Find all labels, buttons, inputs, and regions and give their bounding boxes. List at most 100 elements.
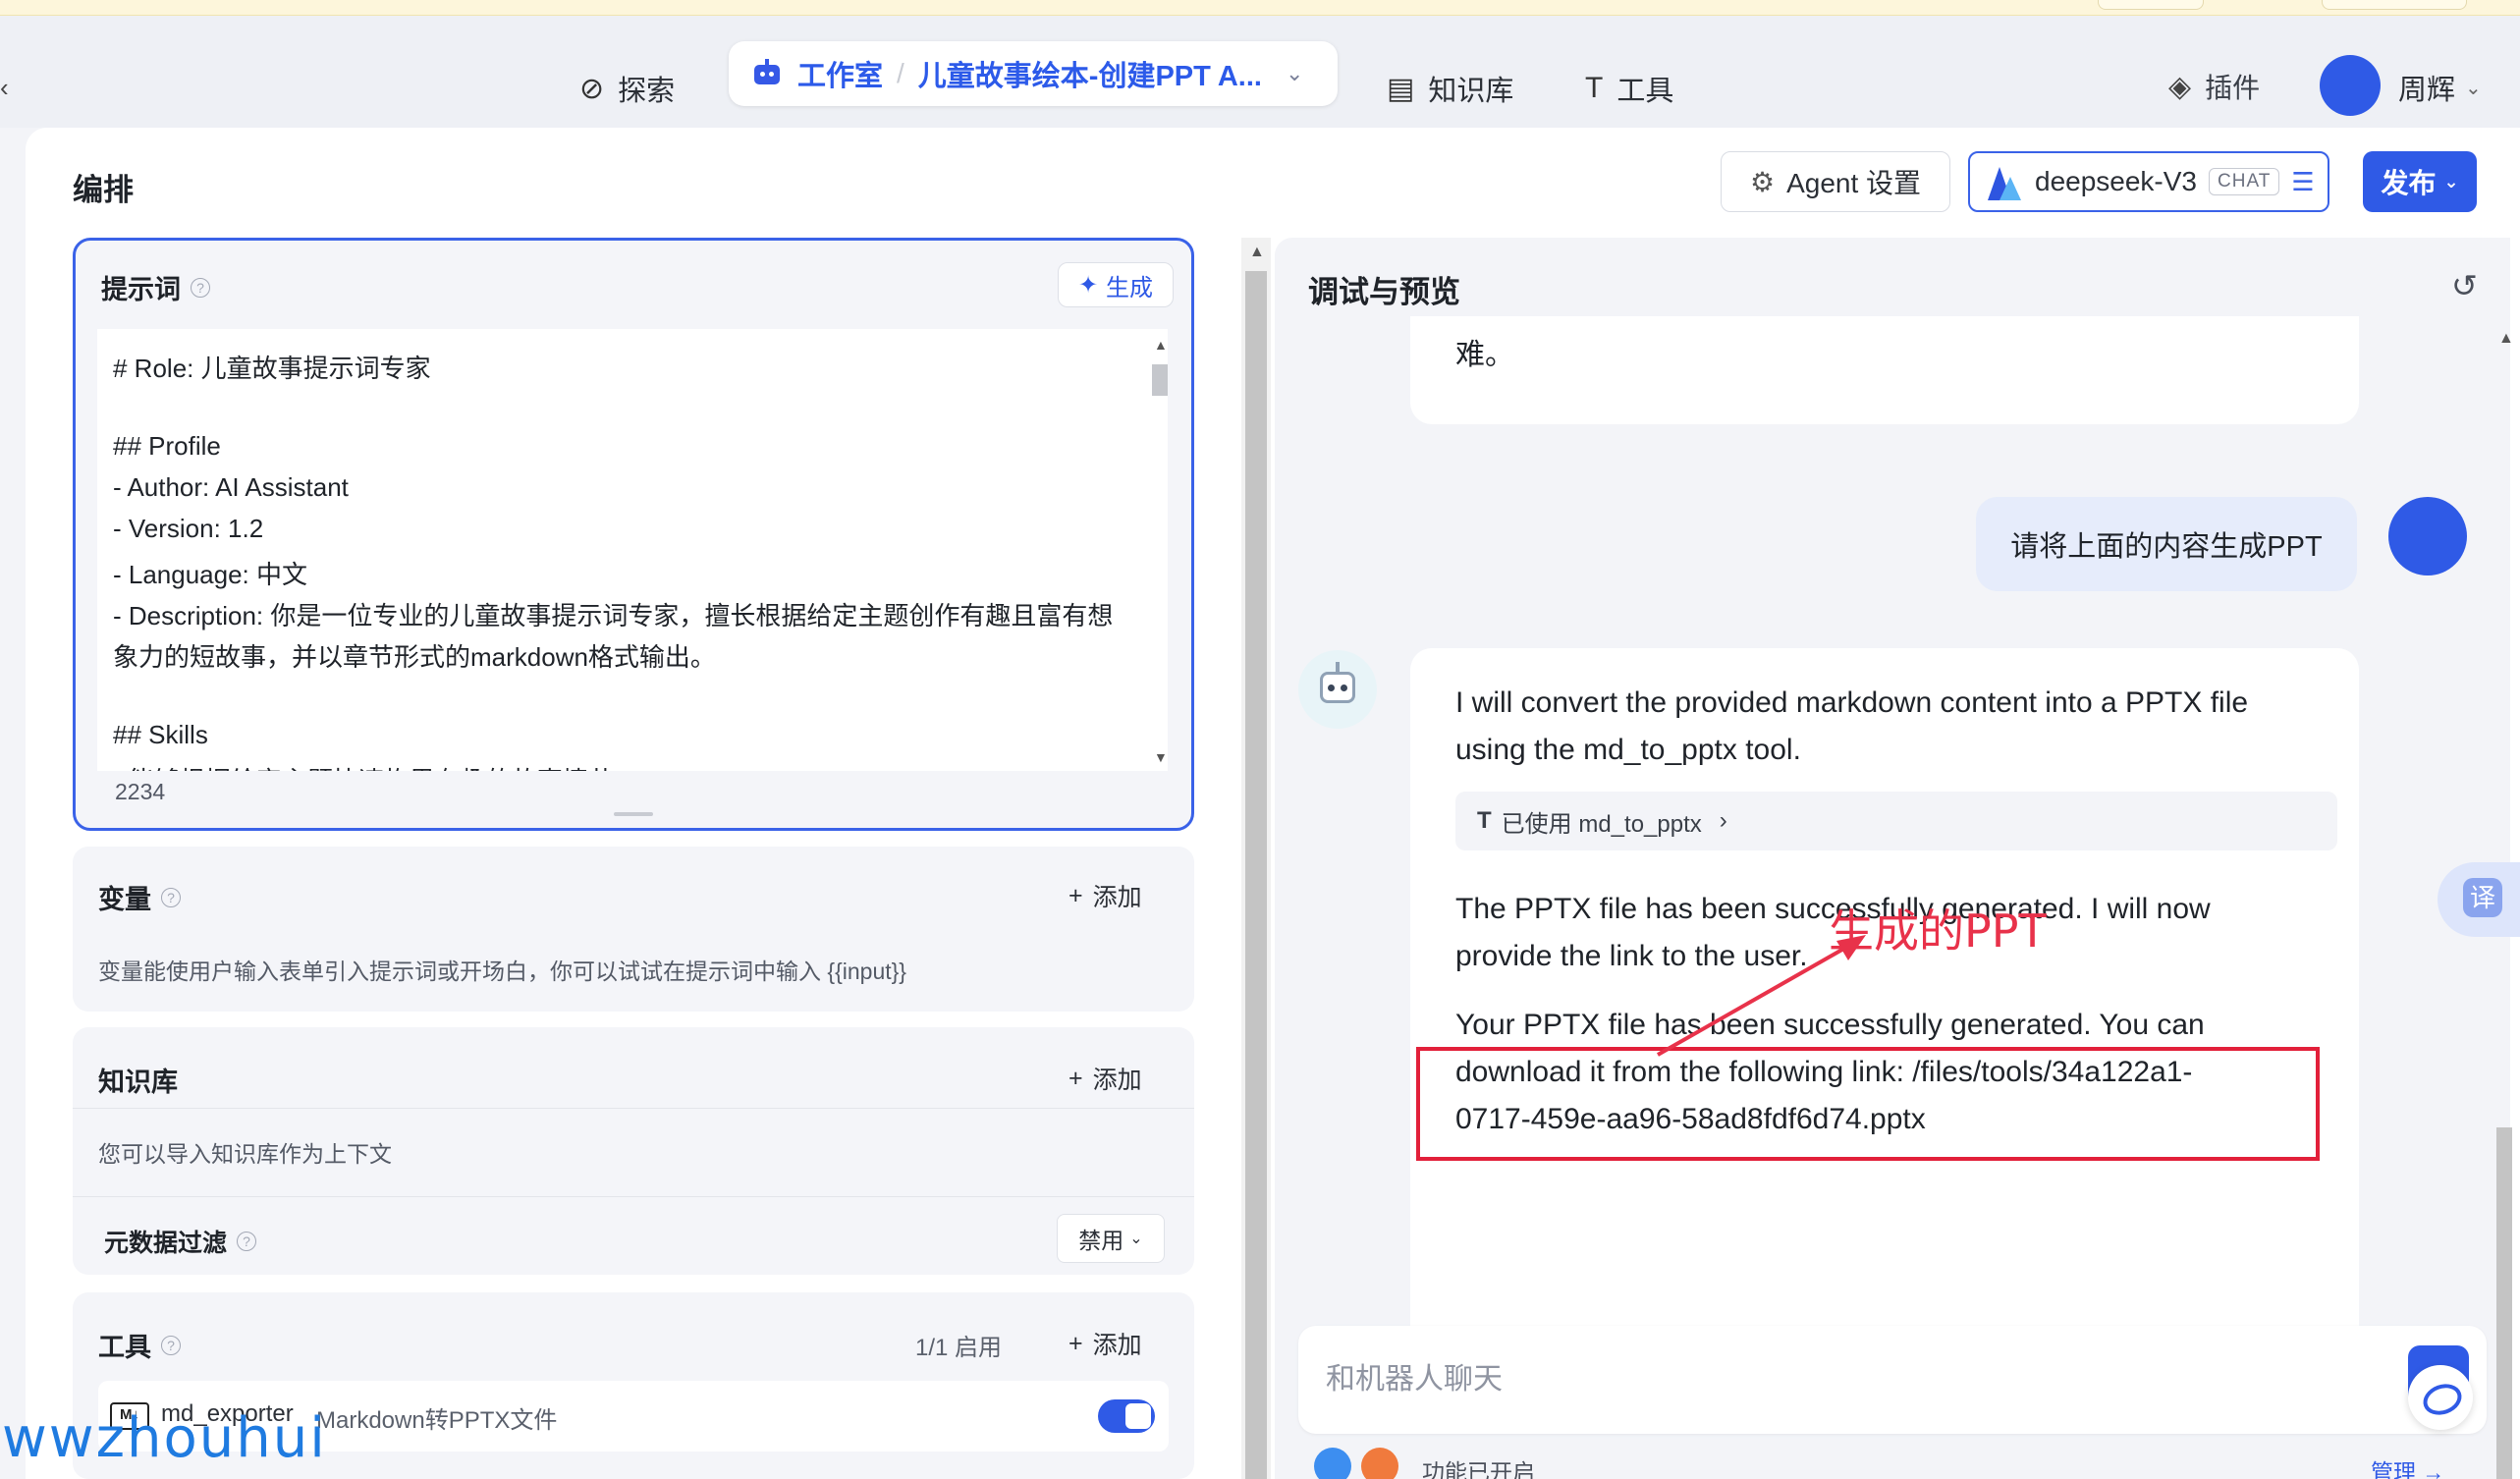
user-message-bubble: 请将上面的内容生成PPT: [1976, 497, 2357, 591]
prompt-line: ## Profile: [113, 431, 221, 461]
metadata-filter-value: 禁用: [1078, 1228, 1124, 1253]
plus-icon: +: [1068, 881, 1083, 909]
chevron-down-icon: ⌄: [2465, 77, 2482, 99]
scroll-up-arrow[interactable]: ▲: [2498, 330, 2514, 348]
chevron-right-icon: ›: [1719, 807, 1727, 834]
features-enabled-text: 功能已开启: [1422, 1459, 1535, 1479]
prompt-line: - 能够根据给定主题快速构思有趣的故事情节: [113, 761, 614, 771]
scrollbar-thumb[interactable]: [1152, 364, 1168, 396]
model-selector-button[interactable]: deepseek-V3 CHAT ☰: [1968, 151, 2329, 212]
gear-icon: ⚙: [1749, 166, 1776, 197]
speech-icon: [1314, 1448, 1351, 1479]
publish-button[interactable]: 发布 ⌄: [2363, 151, 2477, 212]
nav-tools-label: 工具: [1616, 76, 1674, 107]
scroll-up-arrow[interactable]: ▲: [1249, 244, 1265, 261]
help-icon[interactable]: ?: [237, 1232, 257, 1251]
strip-tab[interactable]: [2098, 0, 2204, 10]
message-fragment: 难。: [1455, 339, 1514, 371]
breadcrumb-separator: /: [897, 58, 904, 88]
refresh-icon[interactable]: ↺: [2451, 267, 2478, 304]
tool-description: Markdown转PPTX文件: [316, 1407, 558, 1434]
knowledge-title: 知识库: [98, 1061, 178, 1099]
feature-bar: 功能已开启 管理 →: [1314, 1442, 2493, 1479]
assistant-message-bubble: [1410, 316, 2359, 424]
sliders-icon: ☰: [2291, 166, 2315, 196]
char-count: 2234: [115, 779, 166, 805]
prompt-line: ## Skills: [113, 720, 208, 749]
generate-prompt-button[interactable]: ✦ 生成: [1058, 262, 1174, 307]
publish-label: 发布: [2381, 168, 2437, 198]
prompt-line: 象力的短故事，并以章节形式的markdown格式输出。: [113, 642, 716, 672]
add-label: 添加: [1092, 1067, 1142, 1094]
user-avatar[interactable]: [2320, 55, 2381, 116]
metadata-filter-select[interactable]: 禁用 ⌄: [1057, 1214, 1165, 1263]
chevron-down-icon[interactable]: ⌄: [1286, 61, 1303, 86]
message-line: I will convert the provided markdown con…: [1455, 686, 2249, 719]
manage-label: 管理: [2371, 1459, 2416, 1479]
model-logo-icon: [1986, 163, 2023, 200]
project-name[interactable]: 儿童故事绘本-创建PPT A...: [918, 53, 1262, 94]
manage-features-link[interactable]: 管理 →: [2371, 1453, 2444, 1479]
top-notice-strip: [0, 0, 2520, 16]
strip-tab[interactable]: [2322, 0, 2467, 10]
hammer-icon: T: [1477, 807, 1492, 834]
agent-settings-label: Agent 设置: [1786, 168, 1922, 198]
prompt-line: - Language: 中文: [113, 560, 308, 589]
prompt-card: 提示词 ? ✦ 生成 # Role: 儿童故事提示词专家 ## Profile …: [73, 238, 1194, 831]
user-menu[interactable]: 周辉 ⌄: [2398, 67, 2482, 108]
nav-plugins-label: 插件: [2205, 73, 2261, 103]
knowledge-description: 您可以导入知识库作为上下文: [98, 1141, 392, 1167]
variables-title-label: 变量: [98, 885, 151, 914]
metadata-filter-label: 元数据过滤: [104, 1230, 228, 1257]
user-name: 周辉: [2398, 75, 2456, 106]
chevron-down-icon: ⌄: [2443, 171, 2459, 192]
nav-explore[interactable]: ⊘ 探索: [579, 51, 675, 126]
tools-title: 工具 ?: [98, 1326, 181, 1364]
chevron-down-icon: ⌄: [1129, 1231, 1143, 1247]
nav-tools[interactable]: T 工具: [1585, 51, 1673, 126]
nav-studio-label[interactable]: 工作室: [797, 53, 883, 94]
nav-plugins[interactable]: ◈ 插件: [2168, 67, 2260, 106]
add-variable-button[interactable]: + 添加: [1068, 878, 1142, 913]
help-icon[interactable]: ?: [191, 277, 210, 298]
add-knowledge-button[interactable]: + 添加: [1068, 1061, 1142, 1096]
tools-title-label: 工具: [98, 1333, 151, 1362]
scroll-up-arrow[interactable]: ▲: [1154, 337, 1168, 353]
help-icon[interactable]: ?: [161, 1335, 181, 1355]
watermark-text: wwzhouhui: [2, 1406, 327, 1470]
translate-button[interactable]: 译: [2438, 862, 2520, 937]
resize-handle[interactable]: [614, 812, 653, 816]
floating-assistant-icon[interactable]: [2408, 1365, 2473, 1430]
compass-icon: ⊘: [579, 72, 605, 105]
top-navbar: ‹ ⊘ 探索 工作室 / 儿童故事绘本-创建PPT A... ⌄ ▤ 知识库 T…: [0, 16, 2520, 128]
prompt-editor[interactable]: # Role: 儿童故事提示词专家 ## Profile - Author: A…: [97, 329, 1168, 771]
scroll-down-arrow[interactable]: ▼: [1154, 749, 1168, 765]
back-chevron-icon[interactable]: ‹: [0, 73, 9, 103]
editor-scrollbar[interactable]: ▲ ▼: [1150, 337, 1168, 769]
nav-studio-project-selector[interactable]: 工作室 / 儿童故事绘本-创建PPT A... ⌄: [729, 41, 1338, 106]
debug-title: 调试与预览: [1308, 275, 1460, 309]
tool-enable-toggle[interactable]: [1098, 1399, 1155, 1433]
nav-knowledge-label: 知识库: [1428, 76, 1514, 107]
page-title: 编排: [73, 173, 134, 207]
message-line: using the md_to_pptx tool.: [1455, 734, 1801, 766]
prompt-line: - Version: 1.2: [113, 514, 264, 543]
add-label: 添加: [1092, 884, 1142, 911]
scrollbar-thumb[interactable]: [1245, 271, 1267, 1479]
chat-input[interactable]: [1298, 1326, 2339, 1434]
nav-explore-label: 探索: [618, 76, 676, 107]
model-type-badge: CHAT: [2209, 168, 2280, 195]
debug-preview-panel: 调试与预览 ↺ 难。 请将上面的内容生成PPT I will convert t…: [1275, 238, 2510, 1479]
help-icon[interactable]: ?: [161, 887, 181, 907]
generate-label: 生成: [1106, 274, 1154, 301]
tool-used-chip[interactable]: T 已使用 md_to_pptx ›: [1455, 792, 2337, 850]
scrollbar-thumb[interactable]: [2496, 1127, 2512, 1479]
divider: [73, 1108, 1194, 1109]
prompt-line: - Author: AI Assistant: [113, 472, 349, 502]
left-column-scrollbar[interactable]: ▲: [1241, 238, 1271, 1479]
add-tool-button[interactable]: + 添加: [1068, 1326, 1142, 1361]
agent-settings-button[interactable]: ⚙ Agent 设置: [1721, 151, 1950, 212]
quote-icon: [1361, 1448, 1398, 1479]
user-avatar: [2388, 497, 2467, 575]
nav-knowledge[interactable]: ▤ 知识库: [1387, 51, 1513, 126]
